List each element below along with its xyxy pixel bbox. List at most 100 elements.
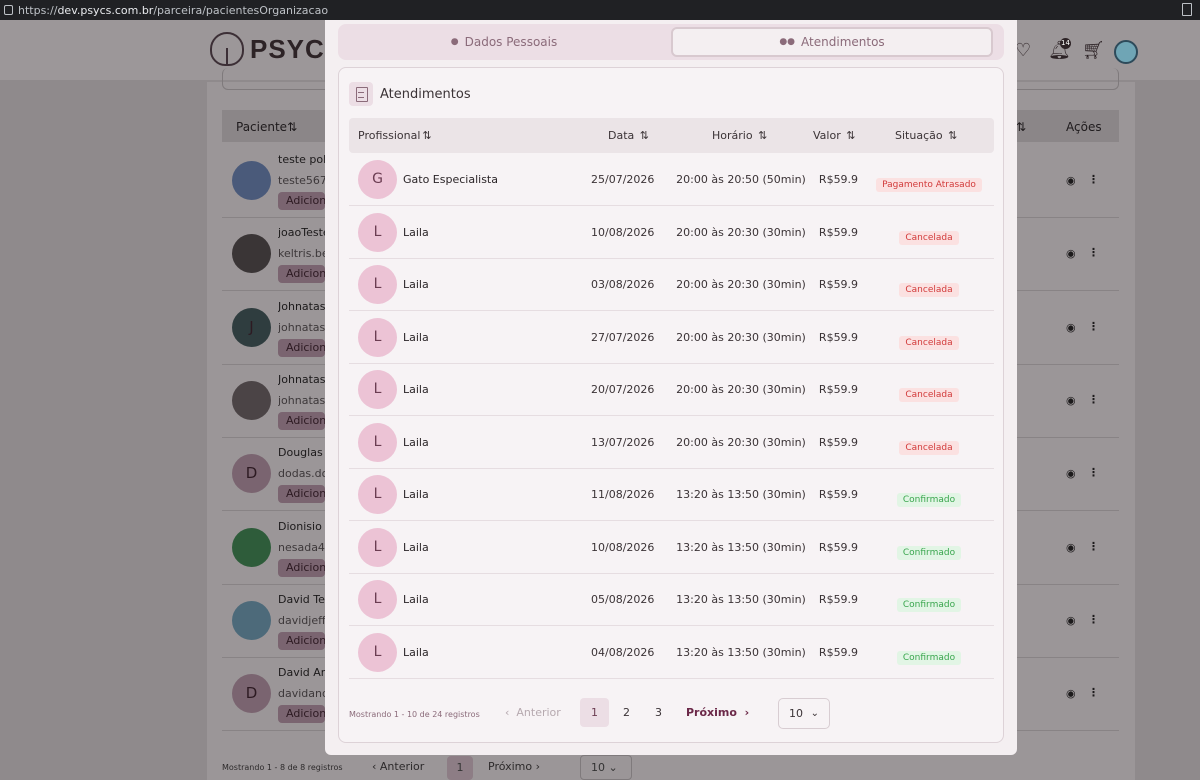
professional-name: Laila [403, 645, 429, 659]
patients-col-patient[interactable]: Paciente⇅ [236, 120, 297, 134]
sort-icon: ⇅ [422, 129, 432, 142]
professional-avatar: L [358, 265, 397, 304]
patient-email: nesada4 [278, 540, 325, 554]
appointment-value: R$59.9 [818, 225, 859, 239]
cart-icon[interactable]: 🛒︎ [1082, 40, 1105, 61]
more-options-icon[interactable]: ⋮ [1088, 320, 1099, 333]
notification-badge: 14 [1060, 38, 1071, 49]
appointment-time: 20:00 às 20:30 (30min) [676, 383, 806, 396]
person-icon: ● [450, 37, 459, 47]
status-cell: Cancelada [867, 435, 991, 455]
appointment-date: 11/08/2026 [591, 488, 655, 501]
page-2-button[interactable]: 2 [612, 698, 641, 727]
appointment-row[interactable]: L Laila 10/08/2026 13:20 às 13:50 (30min) R$… [349, 522, 994, 574]
view-icon[interactable]: ◉ [1066, 321, 1076, 334]
appointment-row[interactable]: L Laila 10/08/2026 20:00 às 20:30 (30min) R$… [349, 207, 994, 259]
appointment-row[interactable]: L Laila 05/08/2026 13:20 às 13:50 (30min) R$… [349, 574, 994, 626]
more-options-icon[interactable]: ⋮ [1088, 686, 1099, 699]
page-3-button[interactable]: 3 [644, 698, 673, 727]
appointment-date: 25/07/2026 [591, 173, 655, 186]
patients-col-sort-icon[interactable]: ⇅ [1016, 120, 1026, 134]
view-icon[interactable]: ◉ [1066, 174, 1076, 187]
patient-email: johnatas [278, 320, 325, 334]
patient-tag: Adicion [278, 265, 325, 284]
col-time[interactable]: Horário ⇅ [712, 129, 767, 142]
appointment-value: R$59.9 [818, 173, 859, 186]
view-icon[interactable]: ◉ [1066, 687, 1076, 700]
heart-icon[interactable]: ♡ [1015, 40, 1031, 61]
sort-icon: ⇅ [758, 129, 768, 142]
patients-per-page-select[interactable]: 10 ⌄ [580, 755, 632, 780]
status-cell: Cancelada [867, 330, 991, 350]
status-cell: Confirmado [867, 540, 991, 560]
professional-name: Laila [403, 383, 429, 396]
appointment-time: 13:20 às 13:50 (30min) [676, 593, 806, 606]
appointment-time: 20:00 às 20:30 (30min) [676, 330, 806, 344]
patients-next-button[interactable]: Próximo › [488, 760, 540, 773]
appointment-time: 20:00 às 20:30 (30min) [676, 225, 806, 239]
view-icon[interactable]: ◉ [1066, 394, 1076, 407]
appointments-pagination: Mostrando 1 - 10 de 24 registros ‹ Anter… [349, 698, 994, 730]
view-icon[interactable]: ◉ [1066, 247, 1076, 260]
professional-name: Gato Especialista [403, 173, 498, 186]
patients-page-1[interactable]: 1 [447, 756, 473, 780]
more-options-icon[interactable]: ⋮ [1088, 613, 1099, 626]
appointment-time: 13:20 às 13:50 (30min) [676, 540, 806, 554]
reader-mode-icon[interactable] [1182, 3, 1192, 16]
status-badge: Confirmado [896, 493, 962, 507]
patient-tag: Adicion [278, 705, 325, 724]
view-icon[interactable]: ◉ [1066, 467, 1076, 480]
appointment-time: 20:00 às 20:50 (50min) [676, 173, 806, 186]
tab-atendimentos[interactable]: ●● Atendimentos [671, 27, 993, 57]
appointment-row[interactable]: L Laila 03/08/2026 20:00 às 20:30 (30min) R$… [349, 259, 994, 311]
appointment-date: 27/07/2026 [591, 330, 655, 344]
per-page-select[interactable]: 10 ⌄ [778, 698, 830, 729]
patient-email: keltris.be [278, 247, 325, 261]
logo[interactable]: PSYCS [210, 32, 343, 66]
appointment-row[interactable]: G Gato Especialista 25/07/2026 20:00 às 20:… [349, 154, 994, 206]
appointment-row[interactable]: L Laila 04/08/2026 13:20 às 13:50 (30min) R$… [349, 627, 994, 679]
appointment-row[interactable]: L Laila 20/07/2026 20:00 às 20:30 (30min) R$… [349, 364, 994, 416]
appointment-date: 10/08/2026 [591, 540, 655, 554]
appointment-row[interactable]: L Laila 27/07/2026 20:00 às 20:30 (30min) R$… [349, 312, 994, 364]
sort-icon: ⇅ [948, 129, 958, 142]
more-options-icon[interactable]: ⋮ [1088, 173, 1099, 186]
more-options-icon[interactable]: ⋮ [1088, 540, 1099, 553]
status-badge: Cancelada [899, 283, 959, 297]
more-options-icon[interactable]: ⋮ [1088, 393, 1099, 406]
tab-dados-pessoais[interactable]: ● Dados Pessoais [341, 27, 667, 57]
prev-page-button[interactable]: ‹ Anterior [505, 706, 561, 719]
patient-tag: Adicion [278, 411, 325, 430]
col-date[interactable]: Data ⇅ [608, 129, 649, 142]
more-options-icon[interactable]: ⋮ [1088, 246, 1099, 259]
document-icon [349, 82, 373, 106]
status-badge: Cancelada [899, 388, 959, 402]
col-value[interactable]: Valor ⇅ [813, 129, 855, 142]
patient-avatar: D [232, 454, 271, 494]
professional-avatar: L [358, 632, 397, 672]
view-icon[interactable]: ◉ [1066, 614, 1076, 627]
patients-col-actions: Ações [1066, 120, 1102, 134]
user-avatar[interactable] [1114, 40, 1138, 64]
patient-name: David An [278, 666, 325, 680]
chevron-down-icon: ⌄ [810, 708, 819, 719]
status-cell: Pagamento Atrasado [867, 172, 991, 192]
next-page-button[interactable]: Próximo › [686, 706, 749, 719]
patients-prev-button[interactable]: ‹ Anterior [372, 760, 424, 773]
page-info-icon[interactable] [4, 5, 13, 15]
url-path: /parceira/pacientesOrganizacao [153, 3, 329, 17]
more-options-icon[interactable]: ⋮ [1088, 466, 1099, 479]
col-status[interactable]: Situação ⇅ [895, 129, 957, 142]
status-badge: Confirmado [896, 598, 962, 612]
browser-url-bar[interactable]: https://dev.psycs.com.br/parceira/pacien… [0, 0, 1200, 20]
view-icon[interactable]: ◉ [1066, 541, 1076, 554]
appointment-row[interactable]: L Laila 11/08/2026 13:20 às 13:50 (30min) R$… [349, 469, 994, 521]
logo-mark-icon [210, 32, 244, 66]
page-1-button[interactable]: 1 [580, 698, 609, 727]
professional-name: Laila [403, 435, 429, 449]
col-professional[interactable]: Profissional ⇅ [358, 129, 432, 142]
appointment-row[interactable]: L Laila 13/07/2026 20:00 às 20:30 (30min) R$… [349, 417, 994, 469]
professional-name: Laila [403, 488, 429, 501]
patient-avatar: J [232, 307, 271, 347]
people-icon: ●● [779, 37, 796, 47]
